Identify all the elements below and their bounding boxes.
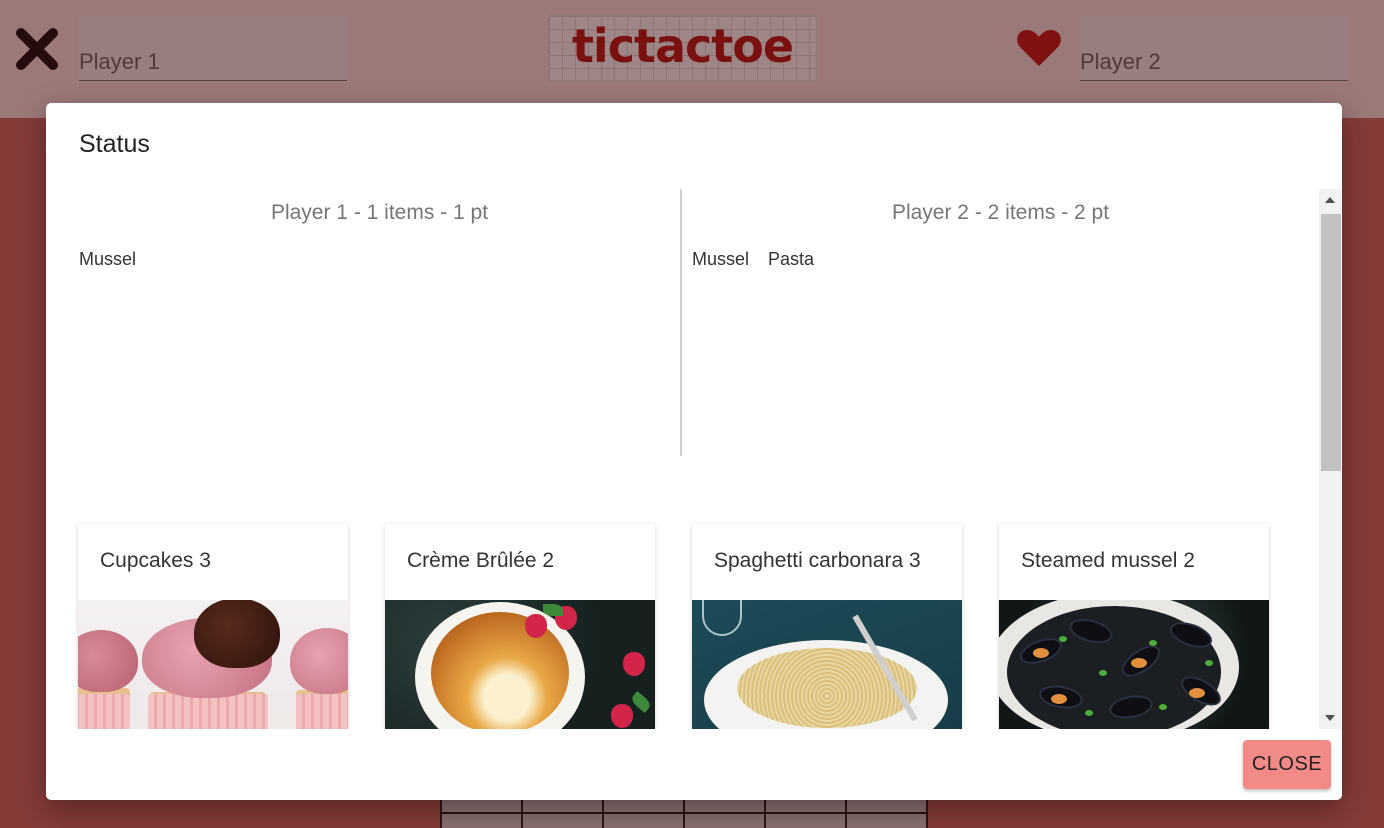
player-status: Player 1 - 1 items - 1 pt Mussel Player … xyxy=(79,189,1309,456)
close-button[interactable]: CLOSE xyxy=(1243,740,1331,789)
creme-brulee-image xyxy=(385,600,655,729)
player1-status-heading: Player 1 - 1 items - 1 pt xyxy=(270,201,489,224)
food-card[interactable]: Spaghetti carbonara 3 xyxy=(692,524,962,729)
player2-items: Mussel Pasta xyxy=(692,249,833,270)
food-card[interactable]: Crème Brûlée 2 xyxy=(385,524,655,729)
player1-status-column: Player 1 - 1 items - 1 pt Mussel xyxy=(79,189,682,456)
player1-item: Mussel xyxy=(79,249,137,269)
dialog-scrollbar[interactable] xyxy=(1319,189,1341,729)
mussel-image xyxy=(999,600,1269,729)
card-title: Crème Brûlée 2 xyxy=(407,549,555,572)
player2-item: Pasta xyxy=(768,249,815,269)
carbonara-image xyxy=(692,600,962,729)
card-title: Cupcakes 3 xyxy=(100,549,211,572)
player2-status-column: Player 2 - 2 items - 2 pt Mussel Pasta xyxy=(692,189,1309,456)
food-card[interactable]: Steamed mussel 2 xyxy=(999,524,1269,729)
scroll-down-arrow-icon[interactable] xyxy=(1319,707,1341,729)
card-title: Steamed mussel 2 xyxy=(1021,549,1195,572)
player1-items: Mussel xyxy=(79,249,155,270)
food-cards: Cupcakes 3 Crème Brûlée 2 Spaghetti carb… xyxy=(78,524,1278,729)
card-title: Spaghetti carbonara 3 xyxy=(714,549,921,572)
dialog-title: Status xyxy=(79,130,150,158)
player2-status-heading: Player 2 - 2 items - 2 pt xyxy=(891,201,1110,224)
dialog-content: Player 1 - 1 items - 1 pt Mussel Player … xyxy=(46,189,1342,729)
scrollbar-thumb[interactable] xyxy=(1321,214,1341,471)
status-dialog: Status Player 1 - 1 items - 1 pt Mussel … xyxy=(46,103,1342,800)
player2-item: Mussel xyxy=(692,249,750,269)
food-card[interactable]: Cupcakes 3 xyxy=(78,524,348,729)
scroll-up-arrow-icon[interactable] xyxy=(1319,189,1341,211)
cupcakes-image xyxy=(78,600,348,729)
